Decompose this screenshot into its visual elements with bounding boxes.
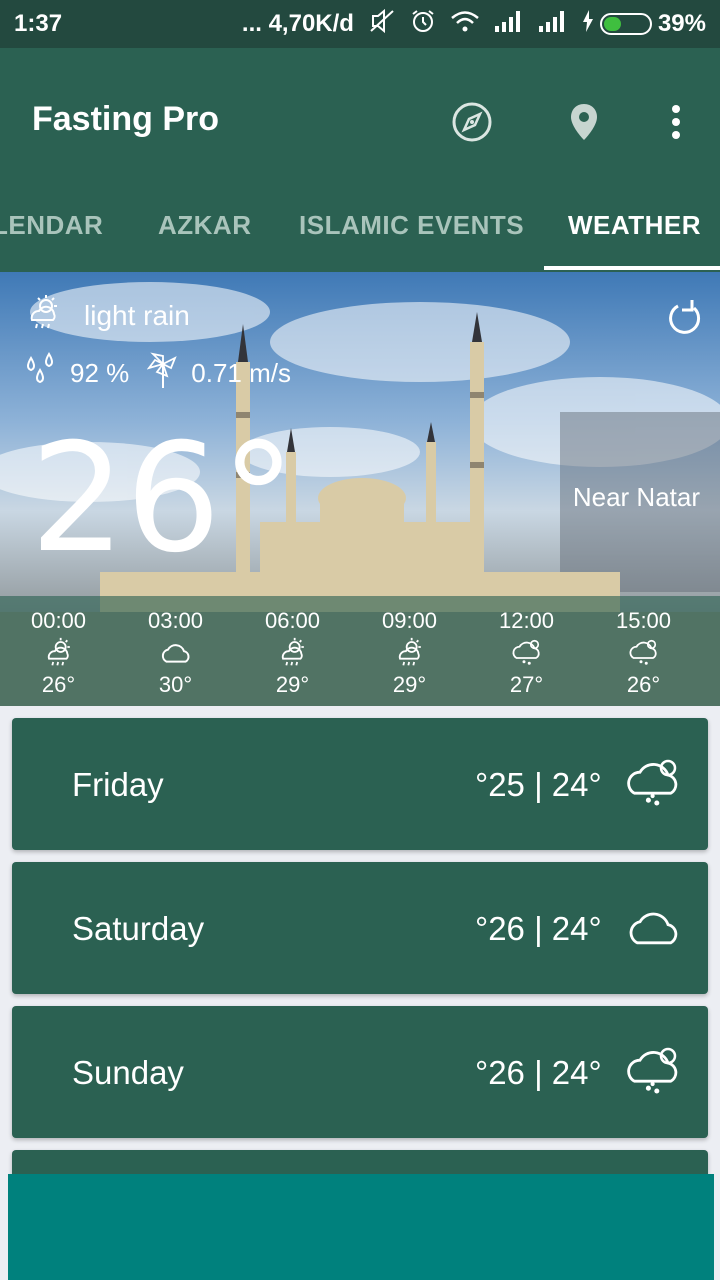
hourly-item: 15:00 26° xyxy=(585,596,702,706)
alarm-icon xyxy=(410,8,436,40)
current-condition: light rain xyxy=(26,294,190,337)
day-name: Saturday xyxy=(72,910,205,947)
hour-time: 15:00 xyxy=(615,608,672,633)
hour-temp: 29° xyxy=(275,672,310,697)
app-bar: Fasting Pro xyxy=(0,48,720,196)
hour-temp: 26° xyxy=(626,672,661,697)
signal-icon xyxy=(538,10,568,38)
cloud-sun-rain-icon xyxy=(626,754,682,810)
day-name: Sunday xyxy=(72,1054,184,1091)
hour-temp: 30° xyxy=(158,672,193,697)
tab-azkar[interactable]: AZKAR xyxy=(158,210,252,241)
sun-rain-icon xyxy=(44,636,74,668)
hour-time: 03:00 xyxy=(147,608,204,633)
hourly-forecast: 00:00 26° 03:00 30° 06:00 29° 09:00 29° … xyxy=(0,596,720,706)
ad-banner[interactable] xyxy=(8,1174,714,1280)
overflow-menu-button[interactable] xyxy=(650,96,702,148)
hour-temp: 26° xyxy=(41,672,76,697)
cloud-sun-rain-icon xyxy=(626,1042,682,1098)
tab-bar: LENDAR AZKAR ISLAMIC EVENTS WEATHER xyxy=(0,196,720,272)
app-title: Fasting Pro xyxy=(32,100,220,138)
day-temps: °25 | 24° xyxy=(475,766,602,803)
charging-icon xyxy=(582,9,594,39)
pinwheel-icon xyxy=(146,350,179,397)
hourly-item: 00:00 26° xyxy=(0,596,117,706)
mute-icon xyxy=(368,8,396,40)
signal-icon xyxy=(494,10,524,38)
tab-weather[interactable]: WEATHER xyxy=(568,210,701,241)
current-metrics: 92 % 0.71 m/s xyxy=(22,350,309,397)
hour-time: 09:00 xyxy=(381,608,438,633)
battery-indicator: 39% xyxy=(582,9,706,39)
compass-icon xyxy=(452,102,492,142)
hour-time: 00:00 xyxy=(30,608,87,633)
cloud-sun-rain-icon xyxy=(512,636,542,668)
weather-hero: light rain 92 % 0.71 m/s 26° Near Natar … xyxy=(0,272,720,706)
raindrops-icon xyxy=(22,350,58,397)
sun-rain-icon xyxy=(395,636,425,668)
hour-time: 06:00 xyxy=(264,608,321,633)
hourly-item: 09:00 29° xyxy=(351,596,468,706)
more-vert-icon xyxy=(672,105,680,139)
location-button[interactable] xyxy=(558,96,610,148)
tab-islamic-events[interactable]: ISLAMIC EVENTS xyxy=(299,210,524,241)
daily-forecast-card[interactable]: Sunday °26 | 24° xyxy=(12,1006,708,1138)
network-speed: ... 4,70K/d xyxy=(241,10,354,37)
daily-forecast-card[interactable]: Saturday °26 | 24° xyxy=(12,862,708,994)
battery-percent: 39% xyxy=(657,10,706,37)
cloud-icon xyxy=(160,636,192,668)
status-time: 1:37 xyxy=(14,10,63,37)
current-temperature: 26° xyxy=(30,412,296,586)
wind-value: 0.71 m/s xyxy=(191,358,291,388)
hour-temp: 27° xyxy=(509,672,544,697)
tab-indicator xyxy=(544,266,720,270)
refresh-button[interactable] xyxy=(664,298,704,338)
hourly-item: 06:00 29° xyxy=(234,596,351,706)
day-name: Friday xyxy=(72,766,164,803)
day-temps: °26 | 24° xyxy=(475,1054,602,1091)
location-name: Near Natar xyxy=(572,482,700,512)
sun-rain-icon xyxy=(278,636,308,668)
battery-icon xyxy=(599,13,652,35)
tab-calendar[interactable]: LENDAR xyxy=(0,210,103,241)
refresh-icon xyxy=(669,300,701,334)
status-bar: 1:37 ... 4,70K/d 39% xyxy=(0,0,720,48)
qibla-compass-button[interactable] xyxy=(446,96,498,148)
location-pin-icon xyxy=(571,104,597,140)
hour-time: 12:00 xyxy=(498,608,555,633)
hourly-item: 12:00 27° xyxy=(468,596,585,706)
humidity-value: 92 % xyxy=(70,358,130,388)
daily-forecast-card[interactable]: Friday °25 | 24° xyxy=(12,718,708,850)
condition-text: light rain xyxy=(84,299,190,331)
hour-temp: 29° xyxy=(392,672,427,697)
wifi-icon xyxy=(450,9,480,39)
hourly-item: 03:00 30° xyxy=(117,596,234,706)
sun-rain-icon xyxy=(26,294,62,337)
cloud-icon xyxy=(626,898,682,954)
day-temps: °26 | 24° xyxy=(475,910,602,947)
cloud-sun-rain-icon xyxy=(629,636,659,668)
